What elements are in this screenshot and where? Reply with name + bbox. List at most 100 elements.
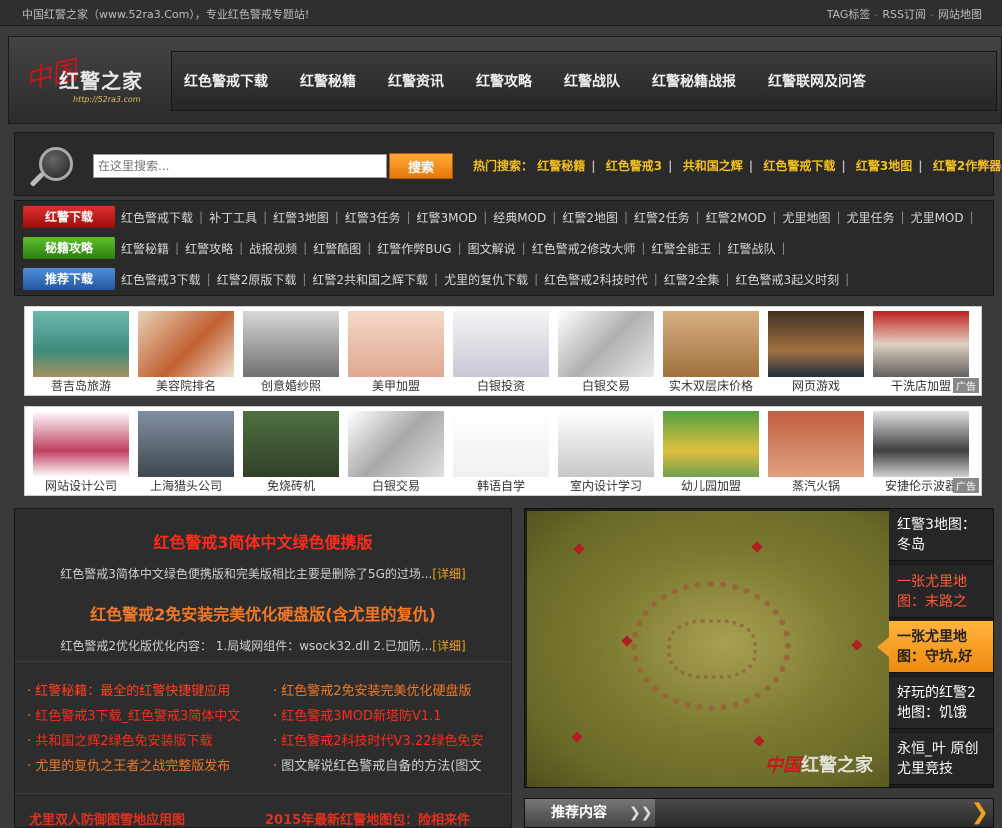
ad-caption[interactable]: 韩语自学	[453, 477, 549, 495]
hot-item[interactable]: 红色警戒下载	[763, 159, 835, 173]
ad-image[interactable]	[873, 311, 969, 377]
category-link[interactable]: 红警3MOD	[417, 209, 478, 226]
category-link[interactable]: 红色警戒3起义时刻	[736, 271, 840, 288]
category-link[interactable]: 红警全能王	[651, 240, 711, 257]
ad-item[interactable]: 上海猎头公司	[138, 411, 234, 495]
nav-online-qa[interactable]: 红警联网及问答	[768, 71, 866, 91]
category-link[interactable]: 红警2MOD	[706, 209, 767, 226]
ad-caption[interactable]: 室内设计学习	[558, 477, 654, 495]
ad-image[interactable]	[663, 311, 759, 377]
bottom-headline[interactable]: 2015年最新红警地图包：险相来件	[265, 809, 470, 828]
ad-image[interactable]	[873, 411, 969, 477]
category-link[interactable]: 红警秘籍	[121, 240, 169, 257]
category-button-cheats[interactable]: 秘籍攻略	[23, 237, 115, 259]
nav-news[interactable]: 红警资讯	[388, 71, 444, 91]
hot-item[interactable]: 共和国之辉	[683, 159, 743, 173]
ad-caption[interactable]: 菩吉岛旅游	[33, 377, 129, 395]
slide-image[interactable]: 中国红警之家	[527, 511, 889, 787]
slide-thumb[interactable]: 好玩的红警2地图：饥饿	[889, 677, 993, 729]
category-link[interactable]: 红色警戒2修改大师	[532, 240, 636, 257]
search-input[interactable]	[93, 154, 387, 178]
ad-image[interactable]	[138, 311, 234, 377]
ad-caption[interactable]: 免烧砖机	[243, 477, 339, 495]
nav-guides[interactable]: 红警攻略	[476, 71, 532, 91]
list-item[interactable]: 红色警戒3MOD新塔防V1.1	[273, 704, 513, 729]
slide-thumb[interactable]: 红警3地图：冬岛	[889, 509, 993, 561]
nav-cheats[interactable]: 红警秘籍	[300, 71, 356, 91]
ad-item[interactable]: 幼儿园加盟	[663, 411, 759, 495]
ad-caption[interactable]: 白银交易	[348, 477, 444, 495]
category-link[interactable]: 红色警戒2科技时代	[544, 271, 648, 288]
slide-thumb-active[interactable]: 一张尤里地图：守坑,好	[877, 621, 993, 673]
ad-image[interactable]	[138, 411, 234, 477]
list-item[interactable]: 红色警戒2科技时代V3.22绿色免安	[273, 729, 513, 754]
ad-caption[interactable]: 网站设计公司	[33, 477, 129, 495]
ad-image[interactable]	[663, 411, 759, 477]
ad-image[interactable]	[558, 411, 654, 477]
ad-image[interactable]	[768, 411, 864, 477]
ad-item[interactable]: 菩吉岛旅游	[33, 311, 129, 395]
list-item[interactable]: 图文解说红色警戒自备的方法(图文	[273, 754, 513, 779]
ad-image[interactable]	[33, 311, 129, 377]
nav-download[interactable]: 红色警戒下载	[184, 71, 268, 91]
ad-item[interactable]: 美甲加盟	[348, 311, 444, 395]
list-item[interactable]: 共和国之辉2绿色免安装版下载	[27, 729, 267, 754]
ad-caption[interactable]: 实木双层床价格	[663, 377, 759, 395]
ad-caption[interactable]: 美容院排名	[138, 377, 234, 395]
category-link[interactable]: 红色警戒3下载	[121, 271, 201, 288]
tag-link[interactable]: TAG标签	[827, 8, 871, 21]
category-link[interactable]: 红警2全集	[664, 271, 720, 288]
ad-caption[interactable]: 蒸汽火锅	[768, 477, 864, 495]
category-link[interactable]: 红警战队	[727, 240, 775, 257]
category-link[interactable]: 红警3任务	[345, 209, 401, 226]
ad-caption[interactable]: 创意婚纱照	[243, 377, 339, 395]
ad-item[interactable]: 创意婚纱照	[243, 311, 339, 395]
category-link[interactable]: 尤里MOD	[911, 209, 964, 226]
nav-teams[interactable]: 红警战队	[564, 71, 620, 91]
ad-item[interactable]: 免烧砖机	[243, 411, 339, 495]
ad-image[interactable]	[348, 311, 444, 377]
list-item[interactable]: 红色警戒3下载_红色警戒3简体中文	[27, 704, 267, 729]
category-link[interactable]: 红警2地图	[562, 209, 618, 226]
ad-image[interactable]	[243, 311, 339, 377]
category-link[interactable]: 红警3地图	[273, 209, 329, 226]
category-link[interactable]: 经典MOD	[493, 209, 546, 226]
ad-item[interactable]: 室内设计学习	[558, 411, 654, 495]
ad-image[interactable]	[243, 411, 339, 477]
ad-item[interactable]: 韩语自学	[453, 411, 549, 495]
featured-title[interactable]: 红色警戒3简体中文绿色便携版	[15, 529, 511, 553]
ad-image[interactable]	[453, 311, 549, 377]
nav-reports[interactable]: 红警秘籍战报	[652, 71, 736, 91]
category-link[interactable]: 红警攻略	[185, 240, 233, 257]
ad-image[interactable]	[768, 311, 864, 377]
category-link[interactable]: 战报视频	[249, 240, 297, 257]
category-link[interactable]: 尤里地图	[782, 209, 830, 226]
ad-item[interactable]: 白银交易	[348, 411, 444, 495]
search-button[interactable]: 搜索	[389, 153, 453, 179]
hot-item[interactable]: 红色警戒3	[606, 159, 662, 173]
hot-item[interactable]: 红警3地图	[856, 159, 912, 173]
recommend-tab[interactable]: 推荐内容	[525, 799, 655, 827]
ad-item[interactable]: 白银投资	[453, 311, 549, 395]
list-item[interactable]: 红警秘籍：最全的红警快捷键应用	[27, 679, 267, 704]
category-link[interactable]: 尤里的复仇下载	[444, 271, 528, 288]
sitemap-link[interactable]: 网站地图	[938, 8, 982, 21]
slide-thumb[interactable]: 一张尤里地图：末路之	[889, 566, 993, 618]
slide-thumb[interactable]: 永恒_叶 原创尤里竞技	[889, 733, 993, 785]
hot-item[interactable]: 红警2作弊器	[933, 159, 1001, 173]
ad-image[interactable]	[348, 411, 444, 477]
ad-item[interactable]: 网站设计公司	[33, 411, 129, 495]
bottom-headline[interactable]: 尤里双人防御图雪地应用图	[29, 809, 185, 828]
ad-caption[interactable]: 上海猎头公司	[138, 477, 234, 495]
category-link[interactable]: 红警2任务	[634, 209, 690, 226]
category-link[interactable]: 红警2原版下载	[217, 271, 297, 288]
ad-caption[interactable]: 美甲加盟	[348, 377, 444, 395]
ad-image[interactable]	[33, 411, 129, 477]
category-link[interactable]: 红色警戒下载	[121, 209, 193, 226]
category-button-download[interactable]: 红警下载	[23, 206, 115, 228]
ad-caption[interactable]: 幼儿园加盟	[663, 477, 759, 495]
category-link[interactable]: 补丁工具	[209, 209, 257, 226]
next-arrow-icon[interactable]: ❯	[971, 799, 989, 827]
ad-item[interactable]: 蒸汽火锅	[768, 411, 864, 495]
ad-image[interactable]	[453, 411, 549, 477]
